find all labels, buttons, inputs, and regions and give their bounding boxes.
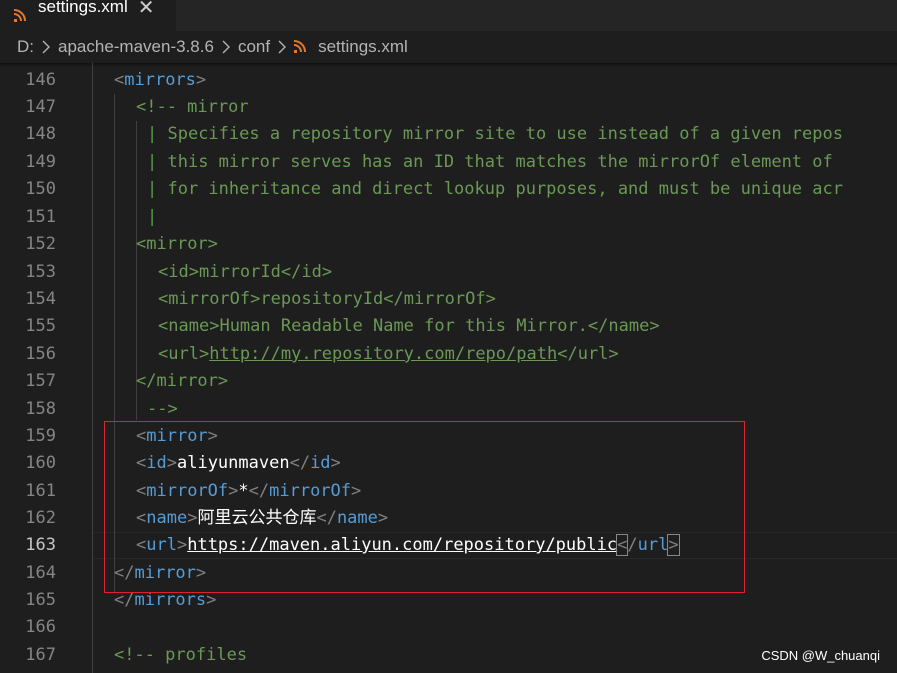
watermark: CSDN @W_chuanqi	[761, 648, 880, 663]
chevron-right-icon	[278, 40, 287, 54]
code-line: <url>http://my.repository.com/repo/path<…	[158, 344, 619, 364]
line-number: 152	[25, 234, 56, 254]
aliyun-url-link[interactable]: https://maven.aliyun.com/repository/publ…	[187, 535, 617, 555]
rss-xml-icon	[294, 40, 307, 53]
comment-link[interactable]: http://my.repository.com/repo/path	[209, 344, 557, 364]
code-line: </mirror>	[136, 371, 229, 391]
code-line: | for inheritance and direct lookup purp…	[147, 179, 843, 199]
breadcrumb-drive[interactable]: D:	[17, 37, 34, 57]
line-number: 150	[25, 179, 56, 199]
line-number: 148	[25, 124, 56, 144]
code-line: <!-- profiles	[114, 645, 248, 665]
line-number-active: 163	[25, 535, 56, 555]
line-number: 164	[25, 563, 56, 583]
line-number: 153	[25, 262, 56, 282]
indent-guide	[114, 94, 115, 592]
line-number: 154	[25, 289, 56, 309]
line-number: 157	[25, 371, 56, 391]
code-line: <mirrors>	[114, 70, 207, 90]
breadcrumb-folder-conf[interactable]: conf	[238, 37, 270, 57]
tab-bar: settings.xml ✕	[0, 0, 897, 31]
indent-guide	[92, 63, 93, 673]
code-line: <mirror>	[136, 234, 218, 254]
line-number: 167	[25, 645, 56, 665]
code-line: <mirrorOf>*</mirrorOf>	[136, 481, 362, 501]
code-line: <!-- mirror	[136, 97, 249, 117]
code-line: <id>aliyunmaven</id>	[136, 453, 341, 473]
line-number: 158	[25, 399, 56, 419]
code-line: <name>阿里云公共仓库</name>	[136, 508, 389, 528]
code-line: <name>Human Readable Name for this Mirro…	[158, 316, 660, 336]
line-number: 151	[25, 207, 56, 227]
line-number: 155	[25, 316, 56, 336]
tab-settings-xml[interactable]: settings.xml ✕	[0, 0, 176, 31]
code-line-active: <url>https://maven.aliyun.com/repository…	[136, 534, 680, 556]
line-number: 165	[25, 590, 56, 610]
line-number: 160	[25, 453, 56, 473]
code-line: </mirrors>	[114, 590, 217, 610]
breadcrumb-folder-maven[interactable]: apache-maven-3.8.6	[58, 37, 214, 57]
line-number: 166	[25, 617, 56, 637]
code-line: |	[147, 207, 158, 227]
close-icon[interactable]: ✕	[138, 0, 155, 19]
code-line: -->	[147, 399, 178, 419]
rss-xml-icon	[14, 8, 26, 22]
code-line: <mirror>	[136, 426, 218, 446]
chevron-right-icon	[222, 40, 230, 54]
line-number: 147	[25, 97, 56, 117]
code-line: | this mirror serves has an ID that matc…	[147, 152, 833, 172]
chevron-right-icon	[42, 40, 50, 54]
tab-label: settings.xml	[38, 0, 128, 16]
line-number: 149	[25, 152, 56, 172]
code-line: | Specifies a repository mirror site to …	[147, 124, 843, 144]
line-number: 146	[25, 70, 56, 90]
line-number: 162	[25, 508, 56, 528]
line-number: 161	[25, 481, 56, 501]
breadcrumb: D: apache-maven-3.8.6 conf settings.xml	[0, 31, 897, 63]
line-number: 159	[25, 426, 56, 446]
code-line: <mirrorOf>repositoryId</mirrorOf>	[158, 289, 496, 309]
line-number: 156	[25, 344, 56, 364]
code-line: </mirror>	[114, 563, 207, 583]
breadcrumb-file[interactable]: settings.xml	[318, 37, 408, 57]
code-line: <id>mirrorId</id>	[158, 262, 333, 282]
